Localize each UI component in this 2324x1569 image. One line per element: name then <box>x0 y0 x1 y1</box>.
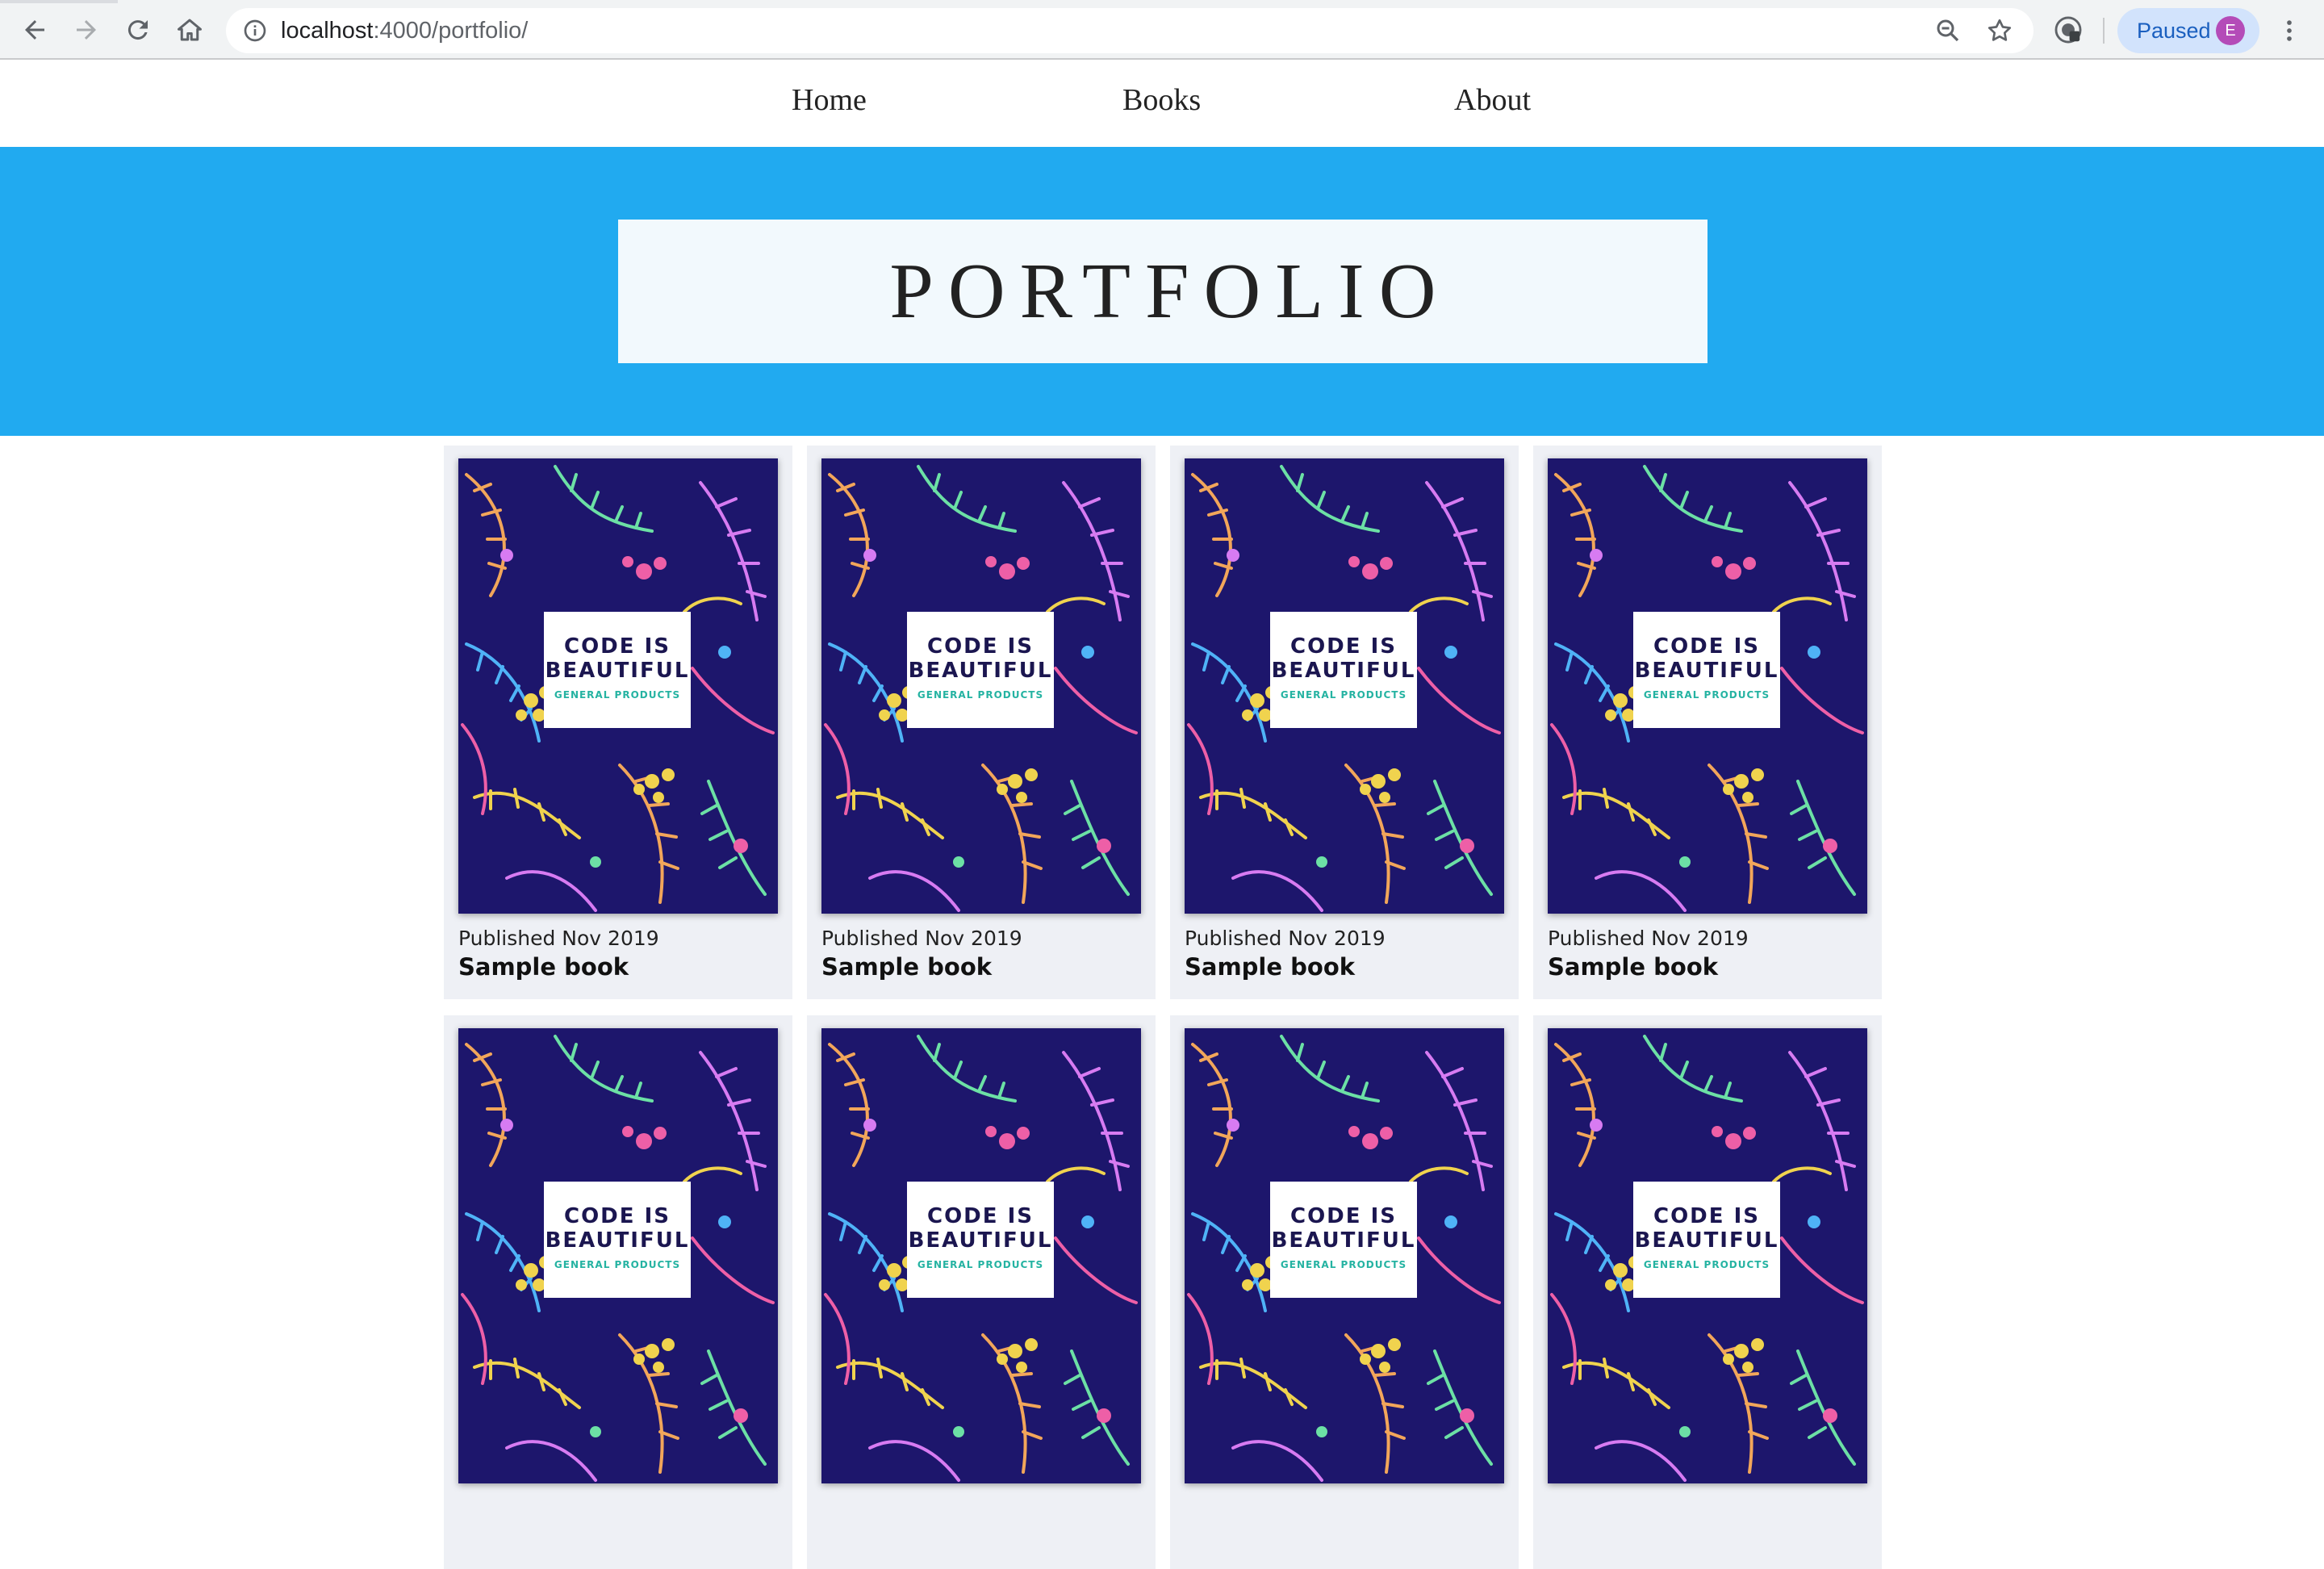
cover-label: CODE IS BEAUTIFUL GENERAL PRODUCTS <box>544 1182 691 1298</box>
book-published-date: Published Nov 2019 <box>821 927 1022 950</box>
cover-label: CODE IS BEAUTIFUL GENERAL PRODUCTS <box>1633 1182 1780 1298</box>
book-published-date: Published Nov 2019 <box>1185 927 1386 950</box>
nav-link-about[interactable]: About <box>1454 82 1531 118</box>
url-text[interactable]: localhost:4000/portfolio/ <box>281 16 528 45</box>
book-cover[interactable]: CODE IS BEAUTIFUL GENERAL PRODUCTS <box>1548 458 1867 914</box>
cover-label: CODE IS BEAUTIFUL GENERAL PRODUCTS <box>907 1182 1054 1298</box>
book-card[interactable]: CODE IS BEAUTIFUL GENERAL PRODUCTS Publishe… <box>444 446 792 999</box>
profile-status: Paused <box>2137 19 2211 43</box>
cover-title-line-1: CODE IS <box>927 1204 1034 1228</box>
book-cover[interactable]: CODE IS BEAUTIFUL GENERAL PRODUCTS <box>821 1028 1141 1483</box>
address-bar[interactable]: localhost:4000/portfolio/ <box>226 8 2034 53</box>
title-box: PORTFOLIO <box>618 220 1707 363</box>
cover-title-line-2: BEAUTIFUL <box>545 1228 690 1253</box>
cover-label: CODE IS BEAUTIFUL GENERAL PRODUCTS <box>1633 612 1780 728</box>
cover-title-line-2: BEAUTIFUL <box>908 1228 1053 1253</box>
book-card[interactable]: CODE IS BEAUTIFUL GENERAL PRODUCTS Publishe… <box>1170 446 1519 999</box>
menu-dots-icon[interactable] <box>2276 16 2303 45</box>
reload-icon <box>127 20 148 40</box>
cover-title-line-2: BEAUTIFUL <box>1271 1228 1416 1253</box>
cover-title: CODE IS BEAUTIFUL <box>907 634 1054 683</box>
cover-title: CODE IS BEAUTIFUL <box>1633 634 1780 683</box>
cover-subtitle: GENERAL PRODUCTS <box>917 689 1044 701</box>
book-published-date: Published Nov 2019 <box>458 927 659 950</box>
cover-title-line-1: CODE IS <box>1653 634 1760 659</box>
cover-title-line-1: CODE IS <box>564 1204 671 1228</box>
url-host: localhost <box>281 18 374 44</box>
cover-title: CODE IS BEAUTIFUL <box>544 634 691 683</box>
home-button[interactable] <box>169 10 210 50</box>
nav-link-books[interactable]: Books <box>1122 82 1201 118</box>
profile-button[interactable]: Paused E <box>2117 8 2259 53</box>
book-title[interactable]: Sample book <box>458 952 629 981</box>
cover-title-line-2: BEAUTIFUL <box>545 659 690 683</box>
cover-subtitle: GENERAL PRODUCTS <box>554 689 681 701</box>
cover-title-line-2: BEAUTIFUL <box>1634 1228 1779 1253</box>
back-icon <box>25 20 44 40</box>
page-title: PORTFOLIO <box>889 248 1451 335</box>
back-button[interactable] <box>15 10 55 50</box>
cover-subtitle: GENERAL PRODUCTS <box>1643 1259 1770 1270</box>
cover-title-line-2: BEAUTIFUL <box>1271 659 1416 683</box>
book-cover[interactable]: CODE IS BEAUTIFUL GENERAL PRODUCTS <box>1548 1028 1867 1483</box>
cover-title-line-1: CODE IS <box>927 634 1034 659</box>
home-icon <box>178 19 202 41</box>
book-card[interactable]: CODE IS BEAUTIFUL GENERAL PRODUCTS <box>444 1015 792 1569</box>
cover-title: CODE IS BEAUTIFUL <box>907 1204 1054 1253</box>
cover-subtitle: GENERAL PRODUCTS <box>917 1259 1044 1270</box>
cover-label: CODE IS BEAUTIFUL GENERAL PRODUCTS <box>544 612 691 728</box>
book-cover[interactable]: CODE IS BEAUTIFUL GENERAL PRODUCTS <box>458 1028 778 1483</box>
cover-title: CODE IS BEAUTIFUL <box>1633 1204 1780 1253</box>
reload-button[interactable] <box>118 10 158 50</box>
book-card[interactable]: CODE IS BEAUTIFUL GENERAL PRODUCTS Publishe… <box>1533 446 1882 999</box>
cover-title-line-1: CODE IS <box>1290 1204 1397 1228</box>
cover-label: CODE IS BEAUTIFUL GENERAL PRODUCTS <box>1270 612 1417 728</box>
site-nav: Home Books About <box>0 60 2324 147</box>
browser-toolbar: localhost:4000/portfolio/ Paused E <box>0 0 2324 60</box>
star-icon[interactable] <box>1985 16 2014 45</box>
book-published-date: Published Nov 2019 <box>1548 927 1749 950</box>
book-card[interactable]: CODE IS BEAUTIFUL GENERAL PRODUCTS <box>1170 1015 1519 1569</box>
cover-title-line-1: CODE IS <box>1653 1204 1760 1228</box>
toolbar-divider <box>2103 18 2105 44</box>
cover-title-line-1: CODE IS <box>564 634 671 659</box>
book-title[interactable]: Sample book <box>1548 952 1718 981</box>
info-icon[interactable] <box>242 18 268 44</box>
book-card[interactable]: CODE IS BEAUTIFUL GENERAL PRODUCTS Publishe… <box>807 446 1156 999</box>
extension-icon[interactable] <box>2053 15 2084 45</box>
cover-title: CODE IS BEAUTIFUL <box>1270 634 1417 683</box>
cover-title-line-2: BEAUTIFUL <box>1634 659 1779 683</box>
book-cover[interactable]: CODE IS BEAUTIFUL GENERAL PRODUCTS <box>1185 458 1504 914</box>
book-cover[interactable]: CODE IS BEAUTIFUL GENERAL PRODUCTS <box>821 458 1141 914</box>
cover-subtitle: GENERAL PRODUCTS <box>1280 689 1407 701</box>
book-card[interactable]: CODE IS BEAUTIFUL GENERAL PRODUCTS <box>807 1015 1156 1569</box>
forward-icon <box>77 20 96 40</box>
book-title[interactable]: Sample book <box>1185 952 1355 981</box>
forward-button[interactable] <box>66 10 107 50</box>
cover-label: CODE IS BEAUTIFUL GENERAL PRODUCTS <box>907 612 1054 728</box>
hero-banner: PORTFOLIO <box>0 147 2324 436</box>
avatar: E <box>2216 16 2245 45</box>
cover-title: CODE IS BEAUTIFUL <box>1270 1204 1417 1253</box>
active-tab-indicator <box>0 0 118 3</box>
book-title[interactable]: Sample book <box>821 952 992 981</box>
cover-title-line-1: CODE IS <box>1290 634 1397 659</box>
url-path: :4000/portfolio/ <box>373 18 529 44</box>
book-cover[interactable]: CODE IS BEAUTIFUL GENERAL PRODUCTS <box>1185 1028 1504 1483</box>
cover-subtitle: GENERAL PRODUCTS <box>1280 1259 1407 1270</box>
cover-subtitle: GENERAL PRODUCTS <box>554 1259 681 1270</box>
cover-label: CODE IS BEAUTIFUL GENERAL PRODUCTS <box>1270 1182 1417 1298</box>
book-card[interactable]: CODE IS BEAUTIFUL GENERAL PRODUCTS <box>1533 1015 1882 1569</box>
cover-subtitle: GENERAL PRODUCTS <box>1643 689 1770 701</box>
book-cover[interactable]: CODE IS BEAUTIFUL GENERAL PRODUCTS <box>458 458 778 914</box>
nav-link-home[interactable]: Home <box>792 82 867 118</box>
zoom-icon[interactable] <box>1933 16 1962 45</box>
cover-title: CODE IS BEAUTIFUL <box>544 1204 691 1253</box>
cover-title-line-2: BEAUTIFUL <box>908 659 1053 683</box>
